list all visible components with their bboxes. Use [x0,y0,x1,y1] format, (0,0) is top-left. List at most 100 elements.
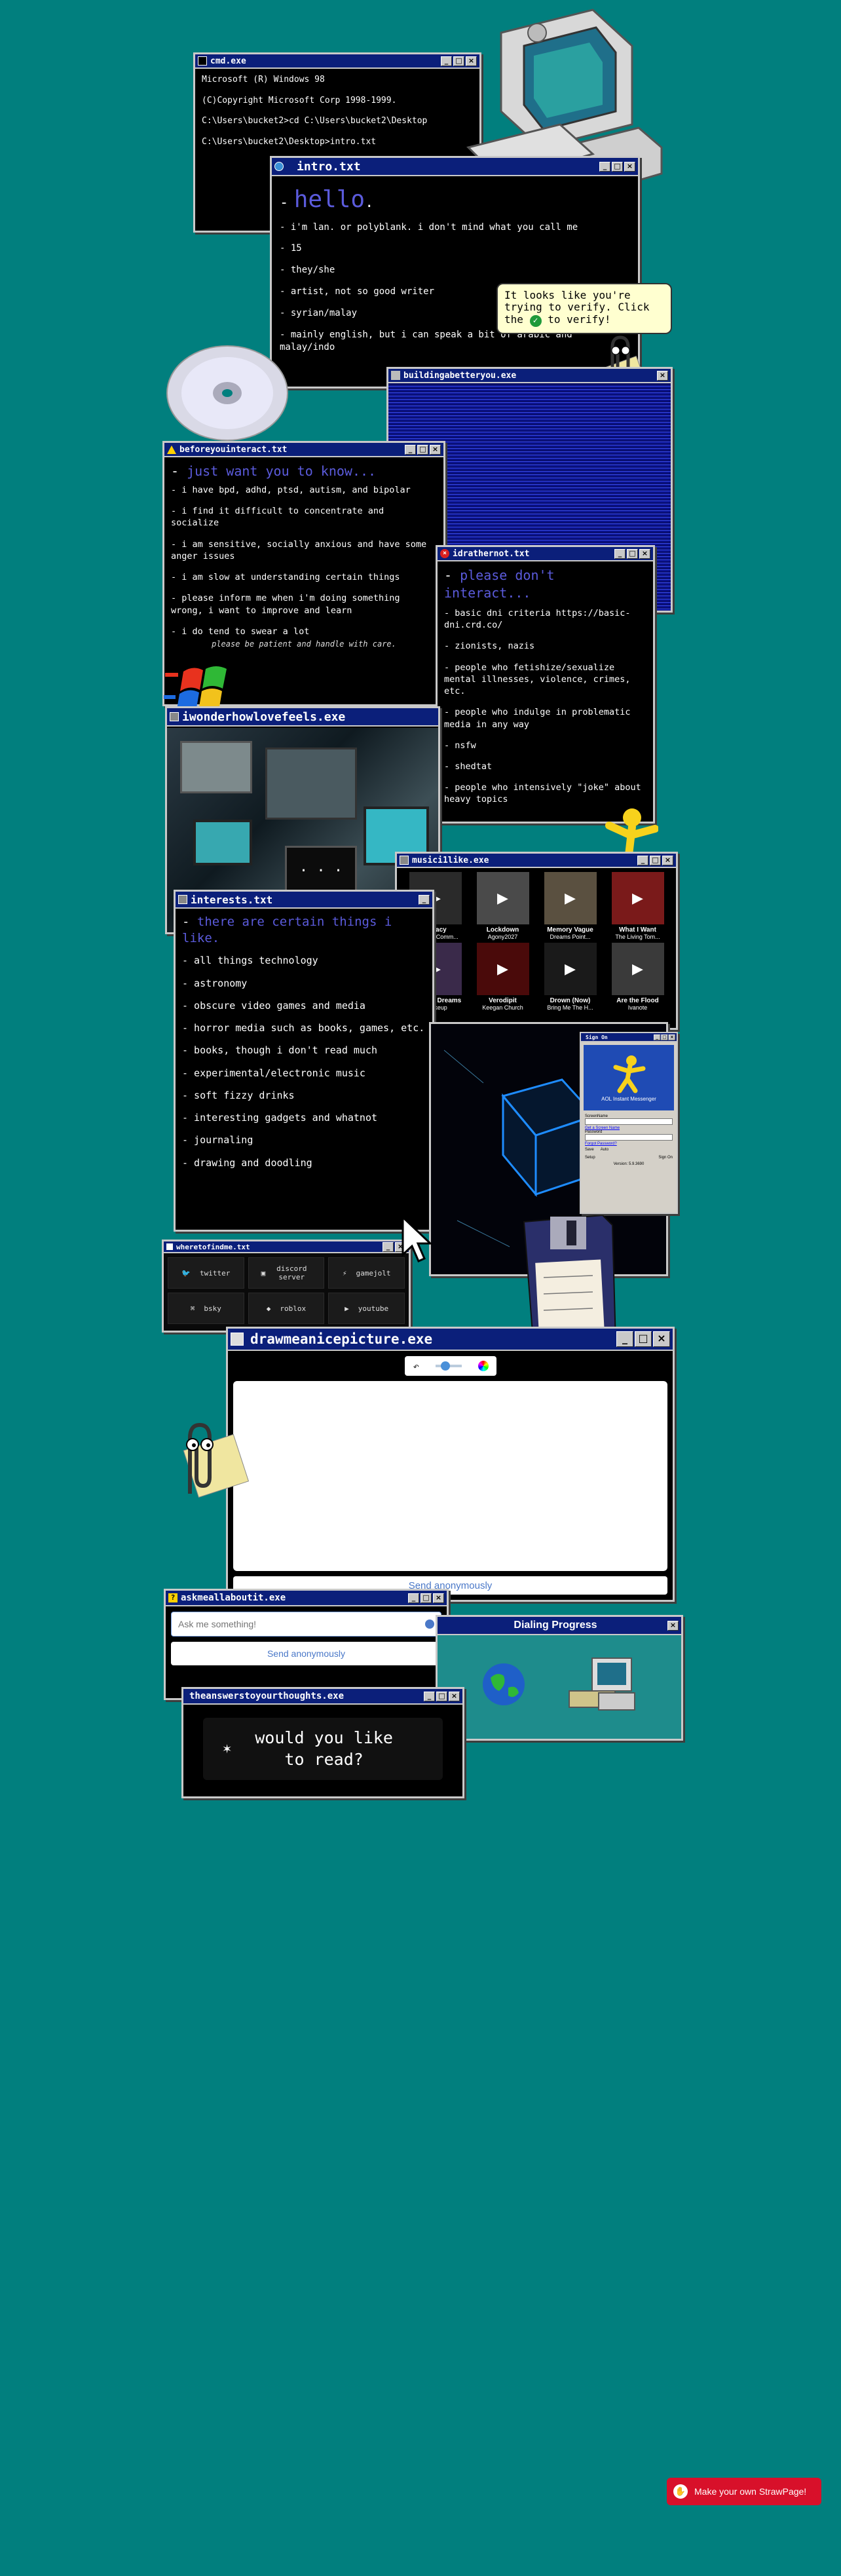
close-button[interactable]: × [430,444,441,455]
album-cover[interactable]: ▶ [611,872,664,924]
minimize-button[interactable]: _ [637,855,648,865]
maximize-button[interactable]: □ [436,1691,447,1701]
discord-link[interactable]: ▣ discord server [248,1257,325,1289]
maximize-button[interactable]: □ [612,161,623,172]
bsky-link[interactable]: ⌘ bsky [168,1293,244,1324]
where-titlebar[interactable]: wheretofindme.txt _ × [164,1241,409,1253]
song-card[interactable]: ▶ Drown (Now) Bring Me The H... [538,943,602,1011]
close-button[interactable]: × [639,548,650,559]
intro-titlebar[interactable]: intro.txt _ □ × [272,158,638,176]
read-answers-button[interactable]: ✶ would you like to read? [203,1718,443,1780]
close-button[interactable]: × [624,161,635,172]
wonder-titlebar[interactable]: iwonderhowlovefeels.exe [167,708,438,727]
youtube-link[interactable]: ▶ youtube [328,1293,405,1324]
album-cover[interactable]: ▶ [611,943,664,995]
interests-titlebar[interactable]: interests.txt _ [176,892,432,909]
close-button[interactable]: × [653,1331,670,1347]
answers-window[interactable]: theanswerstoyourthoughts.exe _ □ × ✶ would… [181,1687,464,1798]
forgot-password-link[interactable]: Forgot Password? [585,1142,673,1146]
play-icon[interactable]: ▶ [497,960,508,977]
ask-titlebar[interactable]: ? askmeallaboutit.exe _ □ × [166,1591,447,1606]
butterfly-icon: ⌘ [190,1304,195,1313]
strawpage-button[interactable]: ✋ Make your own StrawPage! [667,2478,821,2505]
maximize-button[interactable]: □ [421,1593,432,1603]
play-icon[interactable]: ▶ [632,890,643,907]
password-field[interactable] [585,1134,673,1141]
song-card[interactable]: ▶ Verodipit Keegan Church [471,943,534,1011]
send-anonymously-button[interactable]: Send anonymously [267,1648,345,1659]
better-titlebar[interactable]: buildingabetteryou.exe × [388,369,671,383]
minimize-button[interactable]: _ [419,894,430,905]
dialing-titlebar[interactable]: Dialing Progress × [438,1617,681,1635]
music-titlebar[interactable]: musici1like.exe _ □ × [397,854,676,868]
song-title: Verodipit [489,997,517,1004]
album-cover[interactable]: ▶ [544,872,597,924]
where-window[interactable]: wheretofindme.txt _ × 🐦 twitter ▣ discord s… [162,1240,411,1333]
close-button[interactable]: × [662,855,673,865]
answers-titlebar[interactable]: theanswerstoyourthoughts.exe _ □ × [183,1689,462,1705]
twitter-link[interactable]: 🐦 twitter [168,1257,244,1289]
play-icon[interactable]: ▶ [565,890,576,907]
maximize-button[interactable]: □ [627,548,638,559]
maximize-button[interactable]: □ [661,1034,668,1040]
minimize-button[interactable]: _ [383,1241,394,1252]
idrather-window[interactable]: × idrathernot.txt _ □ × - please don't int… [436,545,655,824]
minimize-button[interactable]: _ [614,548,626,559]
album-cover[interactable]: ▶ [476,943,529,995]
globe-icon [483,1663,525,1705]
music-window[interactable]: musici1like.exe _ □ × ▶ Legacy Oatmeal Comm.… [395,852,678,1030]
setup-button[interactable]: Setup [585,1156,595,1160]
album-cover[interactable]: ▶ [476,872,529,924]
album-cover[interactable]: ▶ [544,943,597,995]
screenname-select[interactable] [585,1118,673,1125]
minimize-button[interactable]: _ [408,1593,419,1603]
play-icon[interactable]: ▶ [632,960,643,977]
aim-titlebar[interactable]: Sign On _ □ × [581,1033,677,1042]
play-icon[interactable]: ▶ [565,960,576,977]
signon-button[interactable]: Sign On [658,1156,673,1160]
minimize-button[interactable]: _ [441,56,452,66]
song-card[interactable]: ▶ Memory Vague Dreams Point... [538,872,602,940]
close-button[interactable]: × [449,1691,460,1701]
question-input[interactable] [178,1619,388,1629]
close-button[interactable]: × [668,1034,675,1040]
maximize-button[interactable]: □ [650,855,661,865]
play-icon[interactable]: ▶ [497,890,508,907]
save-checkbox[interactable]: Save [585,1148,594,1152]
drawing-canvas[interactable] [233,1381,667,1571]
cmd-titlebar[interactable]: cmd.exe _ □ × [195,54,479,69]
verify-check-icon[interactable]: ✓ [529,314,542,327]
list-item: - i am sensitive, socially anxious and h… [171,539,427,561]
maximize-button[interactable]: □ [417,444,428,455]
close-button[interactable]: × [657,370,668,381]
minimize-button[interactable]: _ [616,1331,633,1347]
color-picker-icon[interactable] [477,1361,489,1371]
close-button[interactable]: × [433,1593,444,1603]
song-card[interactable]: ▶ Lockdown Agony2027 [471,872,534,940]
maximize-button[interactable]: □ [635,1331,652,1347]
auto-checkbox[interactable]: Auto [601,1148,608,1152]
idrather-titlebar[interactable]: × idrathernot.txt _ □ × [438,547,653,561]
undo-icon[interactable]: ↶ [413,1360,419,1373]
aim-window[interactable]: Sign On _ □ × AOL Instant Messenger Screen… [580,1032,678,1214]
minimize-button[interactable]: _ [405,444,416,455]
song-card[interactable]: ▶ Are the Flood Ivanote [606,943,669,1011]
close-button[interactable]: × [667,1620,679,1631]
emoji-icon[interactable] [425,1619,434,1629]
roblox-link[interactable]: ◆ roblox [248,1293,325,1324]
draw-titlebar[interactable]: drawmeanicepicture.exe _ □ × [228,1329,673,1351]
brush-size-slider[interactable] [435,1361,462,1371]
ask-window[interactable]: ? askmeallaboutit.exe _□× Send anonymous… [164,1589,449,1700]
intro-window[interactable]: intro.txt _ □ × - hello. - i'm lan. or pol… [270,156,640,388]
interests-window[interactable]: interests.txt _ - there are certain thin… [174,890,434,1232]
minimize-button[interactable]: _ [654,1034,661,1040]
minimize-button[interactable]: _ [424,1691,435,1701]
help-icon [166,1243,173,1250]
minimize-button[interactable]: _ [599,161,610,172]
draw-window[interactable]: drawmeanicepicture.exe _ □ × ↶ Send anonym… [226,1327,675,1602]
dialing-window[interactable]: Dialing Progress × [436,1615,683,1741]
help-icon: ? [168,1593,178,1602]
gamejolt-link[interactable]: ⚡ gamejolt [328,1257,405,1289]
song-card[interactable]: ▶ What I Want The Living Tom... [606,872,669,940]
before-titlebar[interactable]: beforeyouinteract.txt _ □ × [164,443,443,457]
